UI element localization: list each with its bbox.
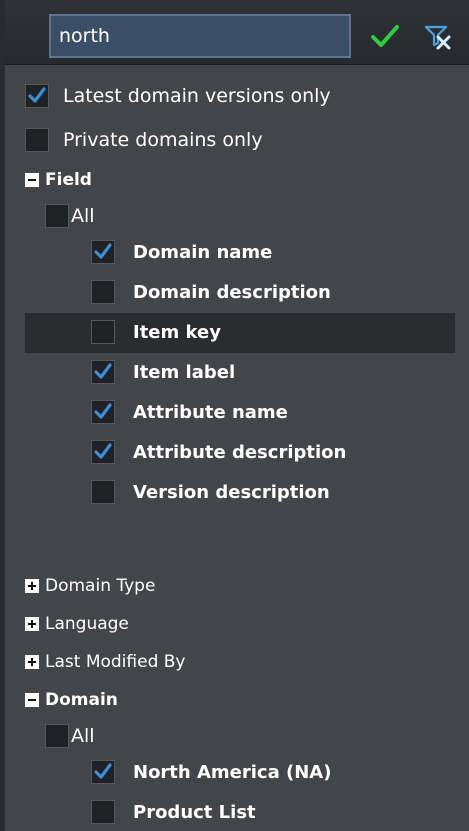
field-section-title: Field (45, 170, 92, 190)
item-key-label: Item key (133, 321, 221, 343)
expand-icon[interactable] (25, 617, 39, 631)
latest-versions-label: Latest domain versions only (63, 85, 331, 107)
check-icon (28, 87, 46, 103)
domain-section-header[interactable]: Domain (25, 682, 118, 718)
check-icon (94, 243, 112, 259)
product-list-checkbox[interactable] (91, 800, 115, 824)
domain-description-checkbox[interactable] (91, 280, 115, 304)
north-america-label: North America (NA) (133, 761, 332, 783)
expand-icon[interactable] (25, 579, 39, 593)
field-item-attribute-name[interactable]: Attribute name (91, 394, 288, 430)
domain-all-option[interactable]: All (45, 718, 95, 754)
highlighted-row (25, 313, 455, 353)
attribute-name-label: Attribute name (133, 401, 288, 423)
latest-versions-option[interactable]: Latest domain versions only (25, 78, 331, 114)
field-all-checkbox[interactable] (45, 204, 69, 228)
field-item-item-key[interactable]: Item key (91, 314, 221, 350)
item-label-label: Item label (133, 361, 236, 383)
section-domain-type[interactable]: Domain Type (25, 568, 155, 604)
search-input[interactable] (49, 14, 351, 58)
domain-description-label: Domain description (133, 281, 331, 303)
check-icon (94, 403, 112, 419)
check-icon (94, 763, 112, 779)
field-item-domain-description[interactable]: Domain description (91, 274, 331, 310)
clear-filter-icon (424, 25, 451, 50)
last-modified-by-title: Last Modified By (45, 652, 186, 672)
domain-item-product-list[interactable]: Product List (91, 794, 256, 830)
item-label-checkbox[interactable] (91, 360, 115, 384)
domain-name-checkbox[interactable] (91, 240, 115, 264)
field-item-version-description[interactable]: Version description (91, 474, 330, 510)
attribute-name-checkbox[interactable] (91, 400, 115, 424)
check-icon (94, 443, 112, 459)
item-key-checkbox[interactable] (91, 320, 115, 344)
latest-versions-checkbox[interactable] (25, 84, 49, 108)
field-all-label: All (71, 205, 95, 227)
field-section-header[interactable]: Field (25, 162, 92, 198)
field-item-item-label[interactable]: Item label (91, 354, 235, 390)
collapse-icon[interactable] (25, 693, 39, 707)
domain-all-label: All (71, 725, 95, 747)
product-list-label: Product List (133, 801, 256, 823)
domain-item-north-america[interactable]: North America (NA) (91, 754, 331, 790)
checkmark-icon (371, 25, 399, 47)
domain-type-title: Domain Type (45, 576, 156, 596)
attribute-description-checkbox[interactable] (91, 440, 115, 464)
filter-panel: Latest domain versions only Private doma… (0, 0, 469, 831)
language-title: Language (45, 614, 129, 634)
version-description-label: Version description (133, 481, 330, 503)
north-america-checkbox[interactable] (91, 760, 115, 784)
search-bar (5, 0, 469, 65)
domain-all-checkbox[interactable] (45, 724, 69, 748)
collapse-icon[interactable] (25, 173, 39, 187)
domain-name-label: Domain name (133, 241, 273, 263)
domain-section-title: Domain (45, 690, 118, 710)
field-item-attribute-description[interactable]: Attribute description (91, 434, 346, 470)
attribute-description-label: Attribute description (133, 441, 347, 463)
apply-filter-button[interactable] (367, 18, 403, 54)
private-domains-option[interactable]: Private domains only (25, 122, 263, 158)
private-domains-label: Private domains only (63, 129, 263, 151)
check-icon (94, 363, 112, 379)
field-item-domain-name[interactable]: Domain name (91, 234, 272, 270)
private-domains-checkbox[interactable] (25, 128, 49, 152)
expand-icon[interactable] (25, 655, 39, 669)
field-all-option[interactable]: All (45, 198, 95, 234)
clear-filter-button[interactable] (419, 18, 455, 54)
version-description-checkbox[interactable] (91, 480, 115, 504)
section-last-modified-by[interactable]: Last Modified By (25, 644, 185, 680)
section-language[interactable]: Language (25, 606, 129, 642)
